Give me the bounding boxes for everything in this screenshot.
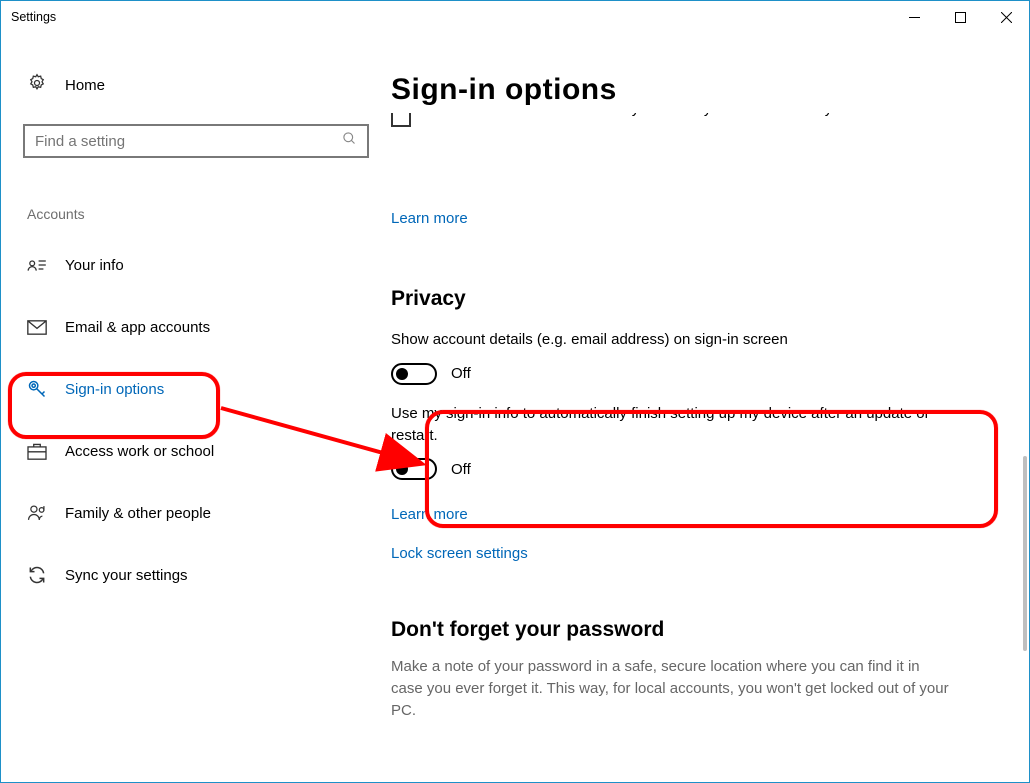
window-title: Settings (11, 10, 56, 24)
search-box[interactable] (23, 124, 369, 158)
maximize-button[interactable] (937, 1, 983, 33)
briefcase-icon (27, 442, 47, 460)
password-hint: Make a note of your password in a safe, … (391, 656, 951, 721)
minimize-icon (909, 12, 920, 23)
maximize-icon (955, 12, 966, 23)
nav-label: Sync your settings (65, 567, 188, 584)
toggle-show-details[interactable] (391, 363, 437, 385)
nav-label: Family & other people (65, 505, 211, 522)
sync-icon (27, 565, 47, 585)
nav-sync-settings[interactable]: Sync your settings (23, 552, 369, 598)
close-button[interactable] (983, 1, 1029, 33)
dynamic-lock-checkbox[interactable] (391, 113, 411, 127)
key-icon (27, 379, 47, 399)
lock-screen-settings-link[interactable]: Lock screen settings (391, 545, 999, 562)
privacy-heading: Privacy (391, 287, 999, 311)
sidebar: Home Accounts Your info Email & app acco… (1, 73, 391, 782)
toggle-show-details-state: Off (451, 365, 471, 382)
page-title: Sign-in options (391, 73, 999, 107)
nav-label: Sign-in options (65, 381, 164, 398)
nav-email-accounts[interactable]: Email & app accounts (23, 304, 369, 350)
privacy-auto-setup-label: Use my sign-in info to automatically fin… (391, 403, 931, 447)
home-button[interactable]: Home (27, 73, 369, 98)
toggle-auto-setup[interactable] (391, 458, 437, 480)
toggle-auto-setup-state: Off (451, 461, 471, 478)
content: Sign-in options Allow Windows to detect … (391, 73, 1029, 782)
dynamic-lock-row: Allow Windows to detect when you're away… (391, 113, 999, 127)
minimize-button[interactable] (891, 1, 937, 33)
dynamic-lock-text: Allow Windows to detect when you're away… (425, 113, 936, 117)
home-label: Home (65, 77, 105, 94)
privacy-learn-more[interactable]: Learn more (391, 506, 999, 523)
gear-icon (27, 73, 47, 98)
scrollbar[interactable] (1023, 456, 1027, 651)
mail-icon (27, 320, 47, 335)
search-icon (342, 131, 357, 151)
user-card-icon (27, 257, 47, 273)
password-heading: Don't forget your password (391, 618, 999, 642)
people-icon (27, 504, 47, 522)
dynamic-lock-learn-more[interactable]: Learn more (391, 210, 999, 227)
nav-label: Email & app accounts (65, 319, 210, 336)
category-accounts: Accounts (27, 206, 369, 222)
nav-label: Access work or school (65, 443, 214, 460)
privacy-show-details-label: Show account details (e.g. email address… (391, 329, 999, 351)
nav-your-info[interactable]: Your info (23, 242, 369, 288)
nav-label: Your info (65, 257, 124, 274)
nav-sign-in-options[interactable]: Sign-in options (23, 366, 369, 412)
title-bar: Settings (1, 1, 1029, 33)
search-input[interactable] (35, 133, 342, 150)
nav-work-school[interactable]: Access work or school (23, 428, 369, 474)
close-icon (1001, 12, 1012, 23)
nav-family-people[interactable]: Family & other people (23, 490, 369, 536)
